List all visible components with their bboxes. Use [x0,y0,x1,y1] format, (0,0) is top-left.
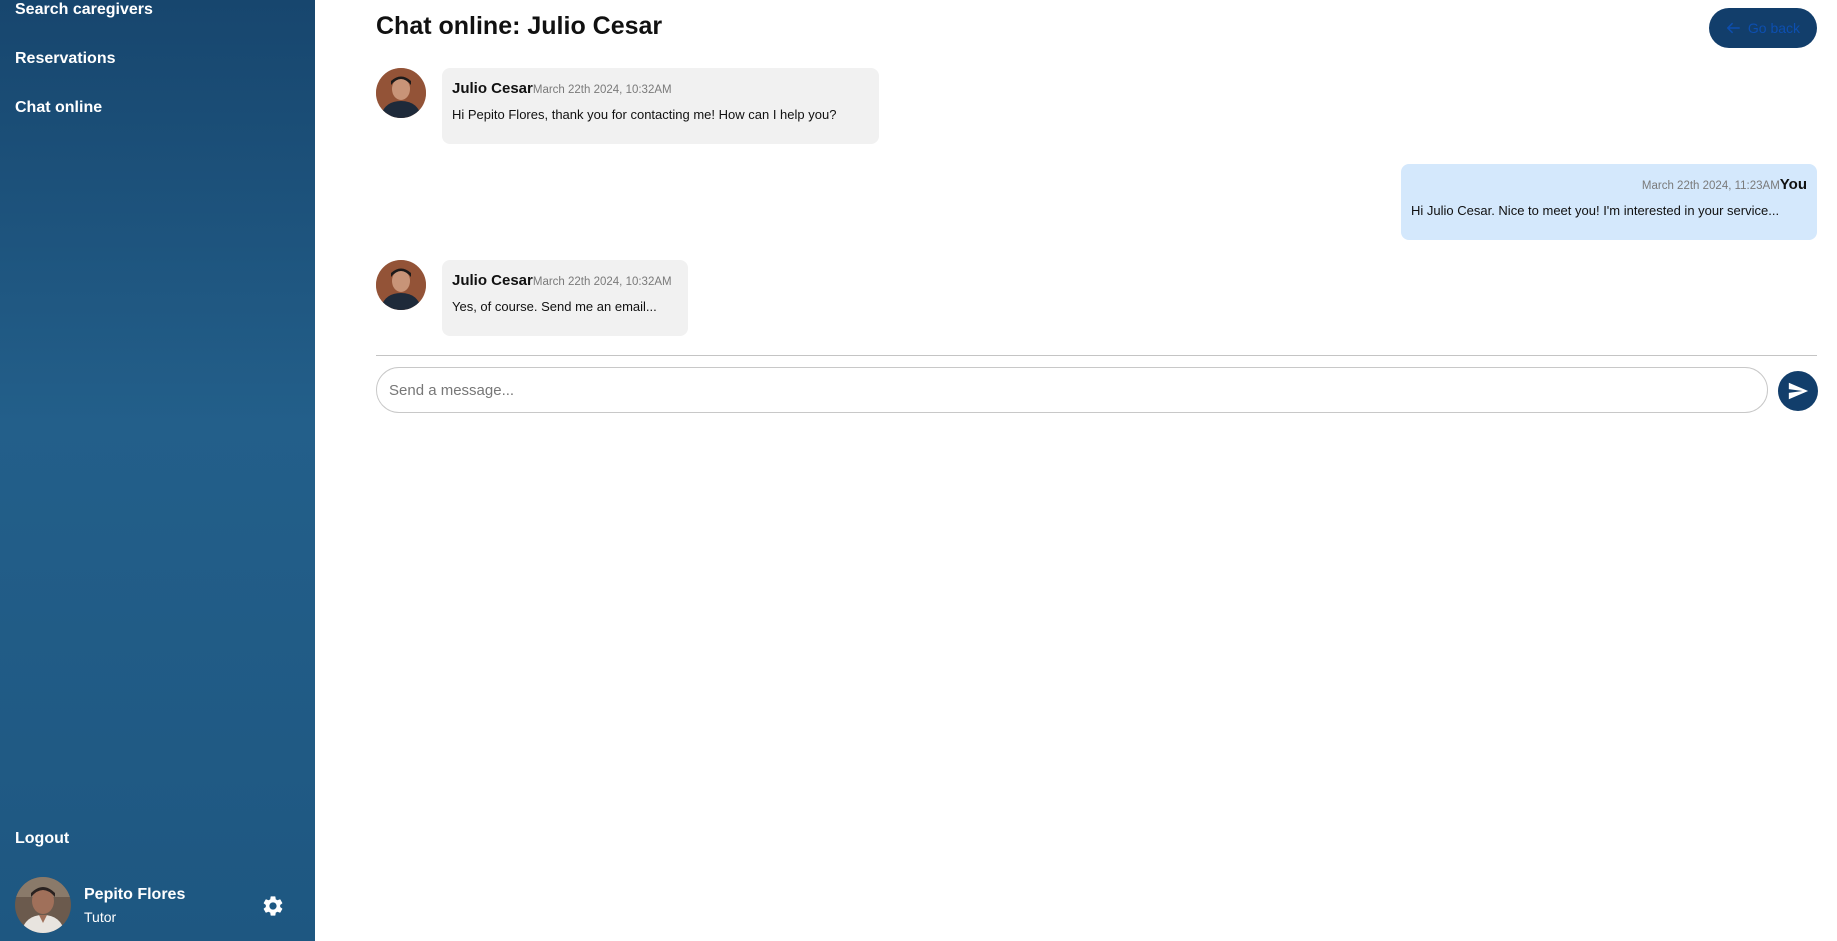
message-bubble-incoming: Julio Cesar March 22th 2024, 10:32AM Yes… [442,260,688,336]
avatar [376,68,426,118]
message-bubble-outgoing: March 22th 2024, 11:23AM You Hi Julio Ce… [1401,164,1817,240]
contact-avatar-image [376,68,426,118]
avatar[interactable] [15,877,71,933]
message-sender: Julio Cesar [452,80,533,97]
user-role: Tutor [84,909,117,925]
chat-main: Chat online: Julio Cesar Go back Julio C… [315,0,1837,941]
message-header: Julio Cesar March 22th 2024, 10:32AM [452,80,869,97]
sidebar-item-reservations[interactable]: Reservations [15,50,116,68]
go-back-label: Go back [1747,20,1801,36]
app-root: Search caregivers Reservations Chat onli… [0,0,1837,941]
sidebar-item-search-caregivers[interactable]: Search caregivers [15,1,153,19]
page-title: Chat online: Julio Cesar [376,12,663,40]
send-icon [1788,382,1809,400]
user-name: Pepito Flores [84,886,186,903]
message-text: Yes, of course. Send me an email... [452,299,657,314]
message-timestamp: March 22th 2024, 11:23AM [1641,180,1780,192]
message-bubble-incoming: Julio Cesar March 22th 2024, 10:32AM Hi … [442,68,879,144]
user-avatar-image [15,877,71,933]
message-sender: You [1779,176,1807,193]
message-header: Julio Cesar March 22th 2024, 10:32AM [452,272,678,289]
message-timestamp: March 22th 2024, 10:32AM [532,84,672,96]
settings-button[interactable] [261,894,285,918]
divider [376,355,1817,356]
send-button[interactable] [1778,371,1818,411]
message-text: Hi Pepito Flores, thank you for contacti… [452,107,837,122]
avatar [376,260,426,310]
message-timestamp: March 22th 2024, 10:32AM [532,276,672,288]
gear-icon [263,896,283,916]
sidebar: Search caregivers Reservations Chat onli… [0,0,315,941]
message-text: Hi Julio Cesar. Nice to meet you! I'm in… [1411,203,1780,218]
sidebar-item-chat-online[interactable]: Chat online [15,99,102,117]
contact-avatar-image [376,260,426,310]
message-header: March 22th 2024, 11:23AM You [1411,176,1807,193]
message-input[interactable] [376,367,1768,413]
go-back-button[interactable]: Go back [1709,8,1817,48]
user-profile: Pepito Flores Tutor [15,877,295,935]
message-sender: Julio Cesar [452,272,533,289]
logout-link[interactable]: Logout [15,830,69,848]
arrow-left-icon [1726,22,1740,34]
